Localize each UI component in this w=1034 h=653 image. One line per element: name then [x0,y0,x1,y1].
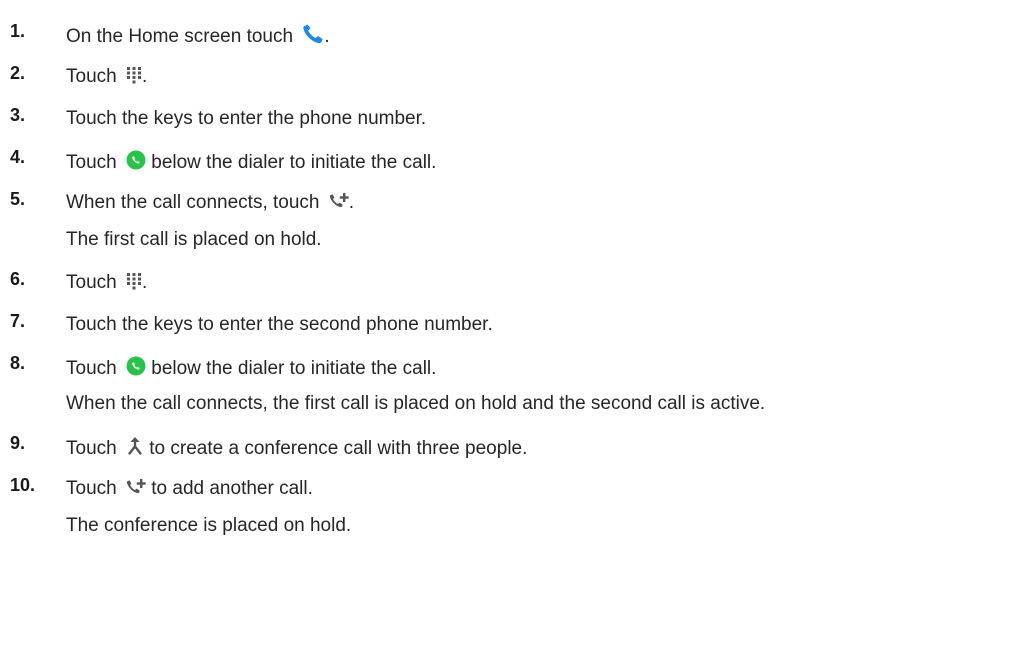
instruction-list: 1. On the Home screen touch . 2. Touch .… [10,16,1034,550]
step-8: 8. Touch below the dialer to initiate th… [10,348,1034,428]
step-text: Touch the keys to enter the second phone… [66,314,493,335]
step-text: Touch . [66,66,148,87]
step-number: 1. [10,21,26,41]
dialpad-icon [126,66,142,84]
green-call-button-icon [126,150,146,170]
step-number: 7. [10,311,26,331]
step-text: On the Home screen touch . [66,24,330,47]
step-3: 3. Touch the keys to enter the phone num… [10,100,1034,142]
step-note: When the call connects, the first call i… [66,393,766,414]
step-text: Touch to add another call. [66,478,313,499]
step-10: 10. Touch to add another call. The confe… [10,470,1034,550]
dialpad-icon [126,272,142,290]
step-number: 9. [10,433,26,453]
add-call-icon [329,192,349,210]
step-text: Touch below the dialer to initiate the c… [66,150,437,173]
step-number: 8. [10,353,26,373]
step-text: Touch below the dialer to initiate the c… [66,356,437,379]
step-text: Touch . [66,272,148,293]
step-number: 10. [10,475,36,495]
step-note: The conference is placed on hold. [66,515,352,536]
step-1: 1. On the Home screen touch . [10,16,1034,58]
step-7: 7. Touch the keys to enter the second ph… [10,306,1034,348]
step-6: 6. Touch . [10,264,1034,306]
merge-calls-icon [126,436,144,456]
step-text: Touch to create a conference call with t… [66,436,528,459]
step-text: Touch the keys to enter the phone number… [66,108,427,129]
step-text: When the call connects, touch . [66,192,355,213]
step-number: 5. [10,189,26,209]
step-note: The first call is placed on hold. [66,229,322,250]
step-number: 3. [10,105,26,125]
step-number: 2. [10,63,26,83]
step-9: 9. Touch to create a conference call wit… [10,428,1034,470]
step-4: 4. Touch below the dialer to initiate th… [10,142,1034,184]
step-number: 4. [10,147,26,167]
step-2: 2. Touch . [10,58,1034,100]
green-call-button-icon [126,356,146,376]
step-number: 6. [10,269,26,289]
step-5: 5. When the call connects, touch . The f… [10,184,1034,264]
add-call-icon [126,478,146,496]
phone-handset-icon [302,24,324,44]
